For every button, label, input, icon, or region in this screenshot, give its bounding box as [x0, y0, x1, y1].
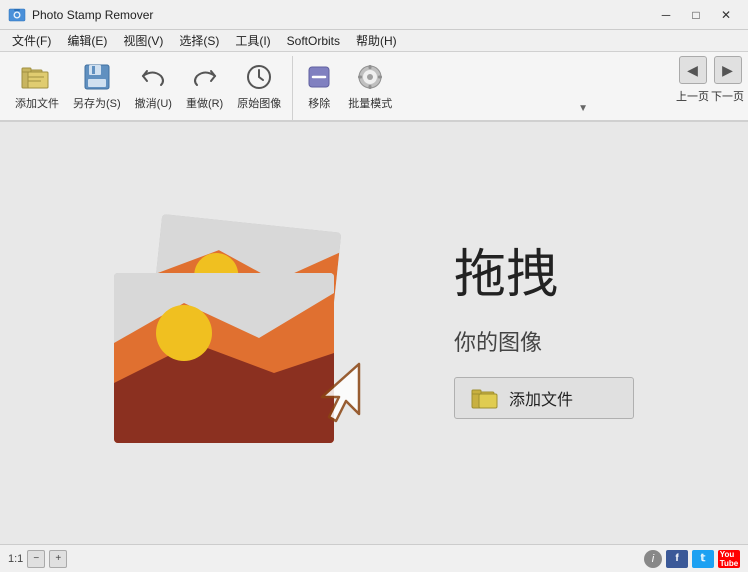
- menu-help[interactable]: 帮助(H): [348, 30, 405, 51]
- zoom-control: 1:1 − +: [8, 550, 67, 568]
- prev-button[interactable]: ◀: [679, 56, 707, 84]
- nav-prev-group: ◀ 上一页: [676, 56, 709, 104]
- statusbar-right: i f 𝕥 YouTube: [644, 550, 740, 568]
- cursor-arrow-icon: [309, 359, 364, 433]
- menubar: 文件(F) 编辑(E) 视图(V) 选择(S) 工具(I) SoftOrbits…: [0, 30, 748, 52]
- toolbar-group-main: 添加文件 另存为(S) 撤消(U): [4, 56, 292, 120]
- zoom-value: 1:1: [8, 553, 23, 565]
- statusbar-left: 1:1 − +: [8, 550, 636, 568]
- undo-label: 撤消(U): [135, 95, 172, 111]
- add-file-button-label: 添加文件: [509, 386, 573, 410]
- window-controls: ─ □ ✕: [652, 5, 740, 25]
- toolbar-batch[interactable]: 批量模式: [341, 56, 399, 116]
- menu-view[interactable]: 视图(V): [115, 30, 171, 51]
- maximize-button[interactable]: □: [682, 5, 710, 25]
- main-content: 拖拽 你的图像 添加文件: [0, 122, 748, 544]
- drop-zone[interactable]: 拖拽 你的图像 添加文件: [94, 203, 654, 463]
- drop-title: 拖拽: [454, 247, 558, 304]
- toolbar-redo[interactable]: 重做(R): [179, 56, 230, 116]
- toolbar-original[interactable]: 原始图像: [230, 56, 288, 116]
- toolbar-nav: ◀ 上一页 ▶ 下一页: [676, 56, 744, 104]
- minimize-button[interactable]: ─: [652, 5, 680, 25]
- add-file-button[interactable]: 添加文件: [454, 377, 634, 419]
- add-file-label: 添加文件: [15, 95, 59, 111]
- batch-label: 批量模式: [348, 95, 392, 111]
- toolbar-save-as[interactable]: 另存为(S): [66, 56, 128, 116]
- titlebar: Photo Stamp Remover ─ □ ✕: [0, 0, 748, 30]
- remove-icon: [305, 61, 333, 93]
- twitter-icon[interactable]: 𝕥: [692, 550, 714, 568]
- original-icon: [245, 61, 273, 93]
- statusbar: 1:1 − + i f 𝕥 YouTube: [0, 544, 748, 572]
- save-as-label: 另存为(S): [73, 95, 121, 111]
- menu-select[interactable]: 选择(S): [171, 30, 227, 51]
- image-illustration: [114, 223, 394, 443]
- toolbar-dropdown[interactable]: ▼: [578, 103, 588, 114]
- add-file-icon: [21, 61, 53, 93]
- drop-subtitle: 你的图像: [454, 325, 542, 357]
- toolbar: 添加文件 另存为(S) 撤消(U): [0, 52, 748, 122]
- toolbar-add-file[interactable]: 添加文件: [8, 56, 66, 116]
- toolbar-remove[interactable]: 移除: [297, 56, 341, 116]
- close-button[interactable]: ✕: [712, 5, 740, 25]
- remove-label: 移除: [308, 95, 330, 111]
- drop-text-area: 拖拽 你的图像 添加文件: [454, 247, 634, 418]
- redo-icon: [191, 61, 219, 93]
- save-icon: [83, 61, 111, 93]
- menu-edit[interactable]: 编辑(E): [59, 30, 115, 51]
- image-card-front: [114, 273, 334, 443]
- info-icon[interactable]: i: [644, 550, 662, 568]
- original-label: 原始图像: [237, 95, 281, 111]
- toolbar-group-tools: 移除 批量模式: [292, 56, 403, 120]
- menu-file[interactable]: 文件(F): [4, 30, 59, 51]
- window-title: Photo Stamp Remover: [32, 8, 652, 22]
- nav-next-group: ▶ 下一页: [711, 56, 744, 104]
- youtube-icon[interactable]: YouTube: [718, 550, 740, 568]
- zoom-in-button[interactable]: +: [49, 550, 67, 568]
- menu-tools[interactable]: 工具(I): [227, 30, 278, 51]
- zoom-out-button[interactable]: −: [27, 550, 45, 568]
- prev-label: 上一页: [676, 88, 709, 104]
- toolbar-undo[interactable]: 撤消(U): [128, 56, 179, 116]
- menu-softorbits[interactable]: SoftOrbits: [279, 30, 348, 51]
- undo-icon: [139, 61, 167, 93]
- batch-icon: [356, 61, 384, 93]
- facebook-icon[interactable]: f: [666, 550, 688, 568]
- next-label: 下一页: [711, 88, 744, 104]
- app-icon: [8, 6, 26, 24]
- redo-label: 重做(R): [186, 95, 223, 111]
- next-button[interactable]: ▶: [714, 56, 742, 84]
- folder-icon: [471, 386, 499, 410]
